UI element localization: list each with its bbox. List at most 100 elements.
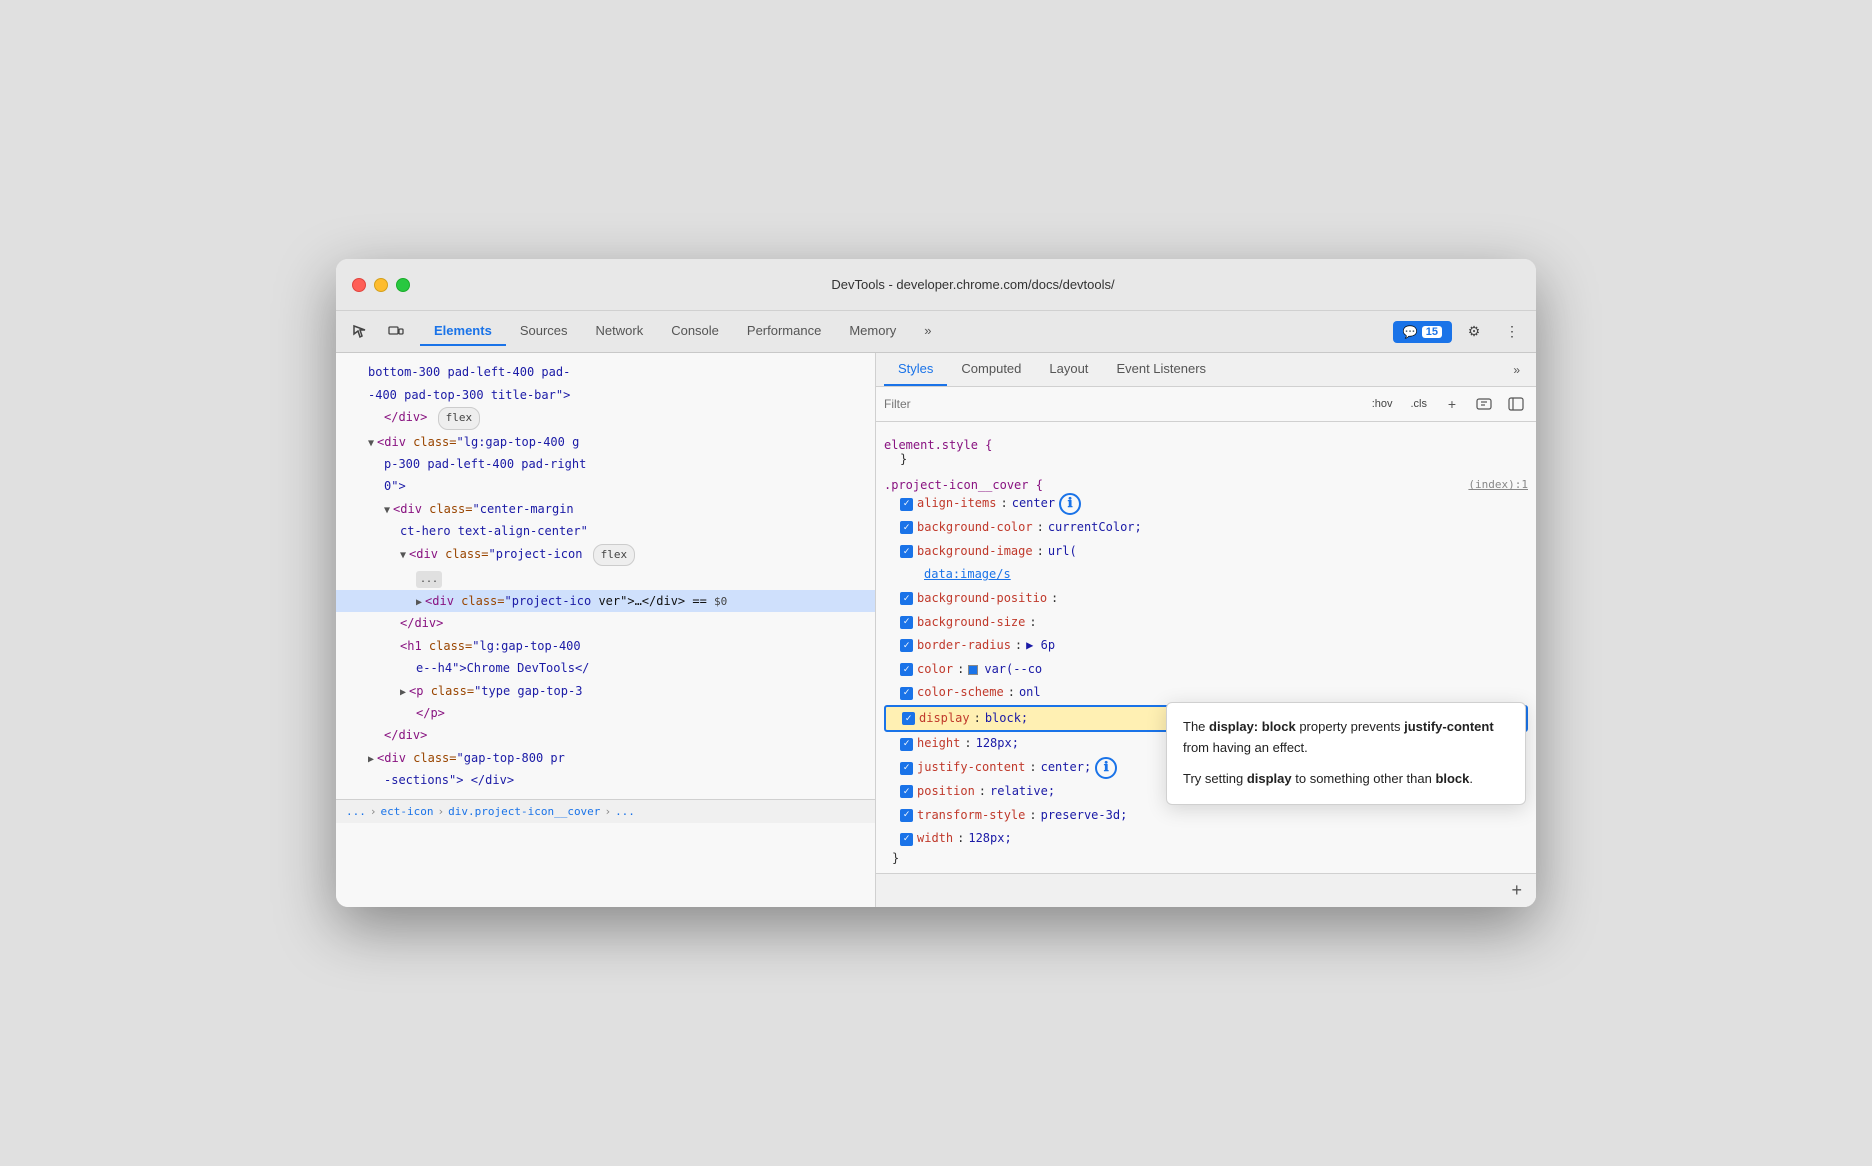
- html-line: -sections"> </div>: [336, 769, 875, 791]
- tooltip-line2: Try setting display to something other t…: [1183, 769, 1509, 790]
- main-toolbar: Elements Sources Network Console Perform…: [336, 311, 1536, 353]
- selected-element-line[interactable]: ▶<div class="project-ico ver">…</div> ==…: [336, 590, 875, 613]
- html-line: 0">: [336, 475, 875, 497]
- prop-checkbox-align-items[interactable]: [900, 498, 913, 511]
- html-line: e--h4">Chrome DevTools</: [336, 657, 875, 679]
- tab-computed[interactable]: Computed: [947, 353, 1035, 386]
- tab-performance[interactable]: Performance: [733, 317, 835, 346]
- html-line: ▼<div class="center-margin: [336, 498, 875, 520]
- top-tabs: Elements Sources Network Console Perform…: [420, 317, 1389, 346]
- add-style-button[interactable]: +: [1440, 392, 1464, 416]
- prop-checkbox-position[interactable]: [900, 785, 913, 798]
- issues-icon: 💬: [1403, 325, 1418, 339]
- html-line: </p>: [336, 702, 875, 724]
- prop-checkbox-height[interactable]: [900, 738, 913, 751]
- gear-icon: ⚙: [1468, 323, 1481, 340]
- prop-border-radius: border-radius : ▶ 6p: [884, 634, 1528, 658]
- breadcrumb-end[interactable]: ...: [615, 805, 635, 818]
- tab-layout[interactable]: Layout: [1035, 353, 1102, 386]
- elements-tree: bottom-300 pad-left-400 pad- -400 pad-to…: [336, 353, 875, 799]
- tooltip-line1: The display: block property prevents jus…: [1183, 717, 1509, 759]
- tooltip-bold-display-block: display: block: [1209, 719, 1296, 734]
- prop-checkbox-display[interactable]: [902, 712, 915, 725]
- styles-panel: Styles Computed Layout Event Listeners »…: [876, 353, 1536, 907]
- tab-network[interactable]: Network: [582, 317, 658, 346]
- prop-checkbox-background-image[interactable]: [900, 545, 913, 558]
- breadcrumb-ect-icon[interactable]: ect-icon: [381, 805, 434, 818]
- html-line: bottom-300 pad-left-400 pad-: [336, 361, 875, 383]
- main-content: bottom-300 pad-left-400 pad- -400 pad-to…: [336, 353, 1536, 907]
- tab-sources[interactable]: Sources: [506, 317, 582, 346]
- html-line: ▼<div class="lg:gap-top-400 g: [336, 431, 875, 453]
- prop-width: width : 128px;: [884, 827, 1528, 851]
- html-line: </div>: [336, 724, 875, 746]
- tab-memory[interactable]: Memory: [835, 317, 910, 346]
- prop-data-image: data:image/s: [884, 563, 1528, 587]
- styles-tabs-bar: Styles Computed Layout Event Listeners »: [876, 353, 1536, 387]
- tab-more[interactable]: »: [910, 317, 945, 346]
- html-line: -400 pad-top-300 title-bar">: [336, 384, 875, 406]
- prop-background-position: background-positio :: [884, 587, 1528, 611]
- prop-checkbox-color-scheme[interactable]: [900, 687, 913, 700]
- prop-align-items: align-items : center ℹ: [884, 492, 1528, 516]
- device-toggle-button[interactable]: [380, 318, 412, 346]
- maximize-button[interactable]: [396, 278, 410, 292]
- tooltip-popup: The display: block property prevents jus…: [1166, 702, 1526, 804]
- html-line: <h1 class="lg:gap-top-400: [336, 635, 875, 657]
- titlebar: DevTools - developer.chrome.com/docs/dev…: [336, 259, 1536, 311]
- css-content: element.style { } .project-icon__cover {…: [876, 422, 1536, 873]
- prop-checkbox-background-color[interactable]: [900, 521, 913, 534]
- inspect-element-button[interactable]: [344, 318, 376, 346]
- close-button[interactable]: [352, 278, 366, 292]
- prop-checkbox-transform-style[interactable]: [900, 809, 913, 822]
- html-line: </div>: [336, 612, 875, 634]
- tab-elements[interactable]: Elements: [420, 317, 506, 346]
- more-dots-icon: ⋮: [1505, 323, 1519, 340]
- devtools-window: DevTools - developer.chrome.com/docs/dev…: [336, 259, 1536, 907]
- hov-button[interactable]: :hov: [1367, 396, 1398, 412]
- element-style-close: }: [884, 452, 1528, 466]
- info-icon-justify-content[interactable]: ℹ: [1095, 757, 1117, 779]
- element-style-header: element.style {: [884, 438, 1528, 452]
- html-line: ...: [336, 567, 875, 589]
- elements-panel: bottom-300 pad-left-400 pad- -400 pad-to…: [336, 353, 876, 907]
- prop-background-image: background-image : url(: [884, 540, 1528, 564]
- tab-event-listeners[interactable]: Event Listeners: [1102, 353, 1220, 386]
- window-title: DevTools - developer.chrome.com/docs/dev…: [426, 277, 1520, 292]
- prop-transform-style: transform-style : preserve-3d;: [884, 804, 1528, 828]
- prop-checkbox-background-size[interactable]: [900, 616, 913, 629]
- data-image-link[interactable]: data:image/s: [924, 564, 1011, 586]
- breadcrumb-cover[interactable]: div.project-icon__cover: [448, 805, 600, 818]
- tab-styles[interactable]: Styles: [884, 353, 947, 386]
- toggle-sidebar-button[interactable]: [1504, 392, 1528, 416]
- html-line: ct-hero text-align-center": [336, 520, 875, 542]
- more-options-button[interactable]: ⋮: [1496, 318, 1528, 346]
- new-style-rule-button[interactable]: [1472, 392, 1496, 416]
- css-source-link[interactable]: (index):1: [1468, 478, 1528, 491]
- html-line: </div> flex: [336, 406, 875, 431]
- prop-checkbox-color[interactable]: [900, 663, 913, 676]
- add-style-rule-button[interactable]: +: [1505, 878, 1528, 903]
- tooltip-bold-display: display: [1247, 771, 1292, 786]
- issues-count: 15: [1422, 326, 1442, 338]
- tooltip-bold-justify-content: justify-content: [1404, 719, 1494, 734]
- issues-badge[interactable]: 💬 15: [1393, 321, 1452, 343]
- prop-checkbox-width[interactable]: [900, 833, 913, 846]
- breadcrumb-ellipsis[interactable]: ...: [346, 805, 366, 818]
- cls-button[interactable]: .cls: [1406, 396, 1433, 412]
- prop-checkbox-justify-content[interactable]: [900, 762, 913, 775]
- tab-console[interactable]: Console: [657, 317, 733, 346]
- traffic-lights: [352, 278, 410, 292]
- styles-more-tabs[interactable]: »: [1505, 355, 1528, 385]
- tooltip-bold-block: block: [1435, 771, 1469, 786]
- info-icon-align-items[interactable]: ℹ: [1059, 493, 1081, 515]
- minimize-button[interactable]: [374, 278, 388, 292]
- html-line: ▶<div class="gap-top-800 pr: [336, 747, 875, 769]
- filter-input[interactable]: [884, 397, 1359, 411]
- color-swatch[interactable]: [968, 665, 978, 675]
- toolbar-right: 💬 15 ⚙ ⋮: [1393, 318, 1528, 346]
- prop-checkbox-background-position[interactable]: [900, 592, 913, 605]
- prop-background-color: background-color : currentColor;: [884, 516, 1528, 540]
- prop-checkbox-border-radius[interactable]: [900, 639, 913, 652]
- settings-button[interactable]: ⚙: [1458, 318, 1490, 346]
